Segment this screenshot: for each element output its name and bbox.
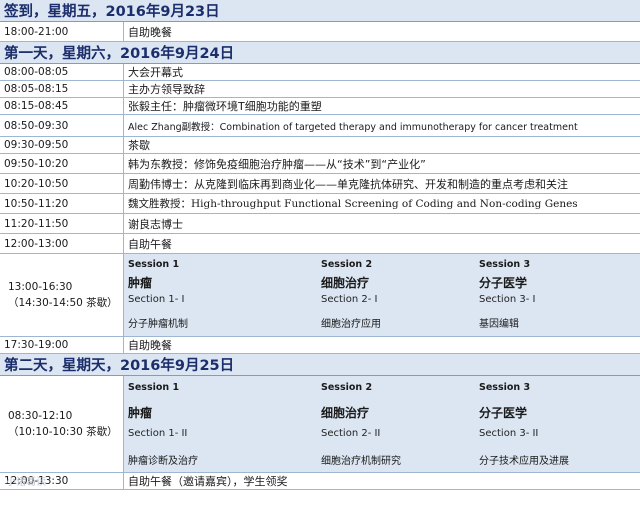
session-item: 分子肿瘤机制 <box>128 319 188 330</box>
schedule-row: 08:50-09:30 Alec Zhang副教授：Combination of… <box>0 115 640 137</box>
session-item: 基因编辑 <box>479 319 519 330</box>
day-header-day1: 第一天，星期六，2016年9月24日 <box>0 42 640 64</box>
desc-cell: 自助晚餐 <box>128 25 172 39</box>
session-name: Session 3 <box>479 259 531 270</box>
time-cell: 10:50-11:20 <box>0 194 124 213</box>
session-section: Section 2- II <box>321 428 381 439</box>
sessions-block-day1: 13:00-16:30 （14:30-14:50 茶歇） Session 1 肿… <box>0 254 640 337</box>
sessions-grid: Session 1 肿瘤 Section 1- II 肿瘤诊断及治疗 Sessi… <box>124 376 640 472</box>
desc-cell: 韩为东教授：修饰免疫细胞治疗肿瘤——从“技术”到“产业化” <box>128 157 426 171</box>
session-name: Session 2 <box>321 259 373 270</box>
day-header-day2: 第二天，星期天，2016年9月25日 <box>0 354 640 376</box>
session-section: Section 3- II <box>479 428 539 439</box>
schedule-row: 10:50-11:20 魏文胜教授：High-throughput Functi… <box>0 194 640 214</box>
break-time: （14:30-14:50 茶歇） <box>8 297 118 309</box>
desc-cell: 魏文胜教授：High-throughput Functional Screeni… <box>128 198 578 210</box>
schedule-row: 12:00-13:00 自助午餐 <box>0 234 640 254</box>
session-topic: 肿瘤 <box>128 406 153 420</box>
session-name: Session 1 <box>128 382 180 393</box>
desc-cell: 主办方领导致辞 <box>128 83 205 96</box>
session-time: 08:30-12:10 <box>8 410 73 422</box>
session-name: Session 2 <box>321 382 373 393</box>
session-item: 细胞治疗机制研究 <box>321 456 401 467</box>
session-section: Section 2- I <box>321 294 378 305</box>
time-cell: 12:00-13:00 <box>0 234 124 253</box>
time-cell: 08:00-08:05 <box>0 64 124 80</box>
schedule-row: 09:30-09:50 茶歇 <box>0 137 640 154</box>
time-cell: 10:20-10:50 <box>0 174 124 193</box>
session-topic: 分子医学 <box>479 406 528 420</box>
time-cell: 11:20-11:50 <box>0 214 124 233</box>
break-time: （10:10-10:30 茶歇） <box>8 426 118 438</box>
schedule-row: 09:50-10:20 韩为东教授：修饰免疫细胞治疗肿瘤——从“技术”到“产业化… <box>0 154 640 174</box>
time-cell: 17:30-19:00 <box>0 337 124 353</box>
session-name: Session 3 <box>479 382 531 393</box>
desc-cell: 自助午餐（邀请嘉宾），学生领奖 <box>128 475 288 488</box>
desc-cell: 自助晚餐 <box>128 339 172 352</box>
sessions-block-day2: 08:30-12:10 （10:10-10:30 茶歇） Session 1 肿… <box>0 376 640 473</box>
session-name: Session 1 <box>128 259 180 270</box>
session-section: Section 1- II <box>128 428 188 439</box>
schedule-row: 10:20-10:50 周勤伟博士：从克隆到临床再到商业化——单克隆抗体研究、开… <box>0 174 640 194</box>
session-section: Section 3- I <box>479 294 536 305</box>
schedule-row: 08:05-08:15 主办方领导致辞 <box>0 81 640 98</box>
session-section: Section 1- I <box>128 294 185 305</box>
schedule-row: 08:00-08:05 大会开幕式 <box>0 64 640 81</box>
day-header-checkin: 签到，星期五，2016年9月23日 <box>0 0 640 22</box>
time-cell: 09:50-10:20 <box>0 154 124 173</box>
session-topic: 分子医学 <box>479 276 528 290</box>
time-cell: 08:05-08:15 <box>0 81 124 97</box>
desc-cell: 谢良志博士 <box>128 217 183 231</box>
session-item: 肿瘤诊断及治疗 <box>128 456 198 467</box>
session-time: 13:00-16:30 <box>8 281 73 293</box>
schedule-row: 11:20-11:50 谢良志博士 <box>0 214 640 234</box>
session-item: 分子技术应用及进展 <box>479 456 569 467</box>
schedule-row: 12:00-13:30 自助午餐（邀请嘉宾），学生领奖 <box>0 473 640 490</box>
time-cell: 08:30-12:10 （10:10-10:30 茶歇） <box>0 376 124 472</box>
desc-cell: 张毅主任：肿瘤微环境T细胞功能的重塑 <box>128 100 322 113</box>
session-topic: 细胞治疗 <box>321 406 370 420</box>
time-cell: 09:30-09:50 <box>0 137 124 153</box>
desc-cell: 自助午餐 <box>128 237 172 251</box>
desc-cell: 周勤伟博士：从克隆到临床再到商业化——单克隆抗体研究、开发和制造的重点考虑和关注 <box>128 177 568 191</box>
watermark: 小诸葛读 <box>6 477 46 488</box>
session-topic: 肿瘤 <box>128 276 153 290</box>
desc-cell: Alec Zhang副教授：Combination of targeted th… <box>128 121 578 133</box>
session-item: 细胞治疗应用 <box>321 319 381 330</box>
desc-cell: 大会开幕式 <box>128 66 183 79</box>
time-cell: 13:00-16:30 （14:30-14:50 茶歇） <box>0 254 124 336</box>
schedule-row: 08:15-08:45 张毅主任：肿瘤微环境T细胞功能的重塑 <box>0 98 640 115</box>
sessions-grid: Session 1 肿瘤 Section 1- I 分子肿瘤机制 Session… <box>124 254 640 336</box>
session-topic: 细胞治疗 <box>321 276 370 290</box>
time-cell: 08:15-08:45 <box>0 98 124 114</box>
schedule-table: 签到，星期五，2016年9月23日 18:00-21:00 自助晚餐 第一天，星… <box>0 0 640 490</box>
time-cell: 18:00-21:00 <box>0 22 124 41</box>
time-cell: 08:50-09:30 <box>0 115 124 136</box>
desc-cell: 茶歇 <box>128 139 150 152</box>
schedule-row: 18:00-21:00 自助晚餐 <box>0 22 640 42</box>
schedule-row: 17:30-19:00 自助晚餐 <box>0 337 640 354</box>
